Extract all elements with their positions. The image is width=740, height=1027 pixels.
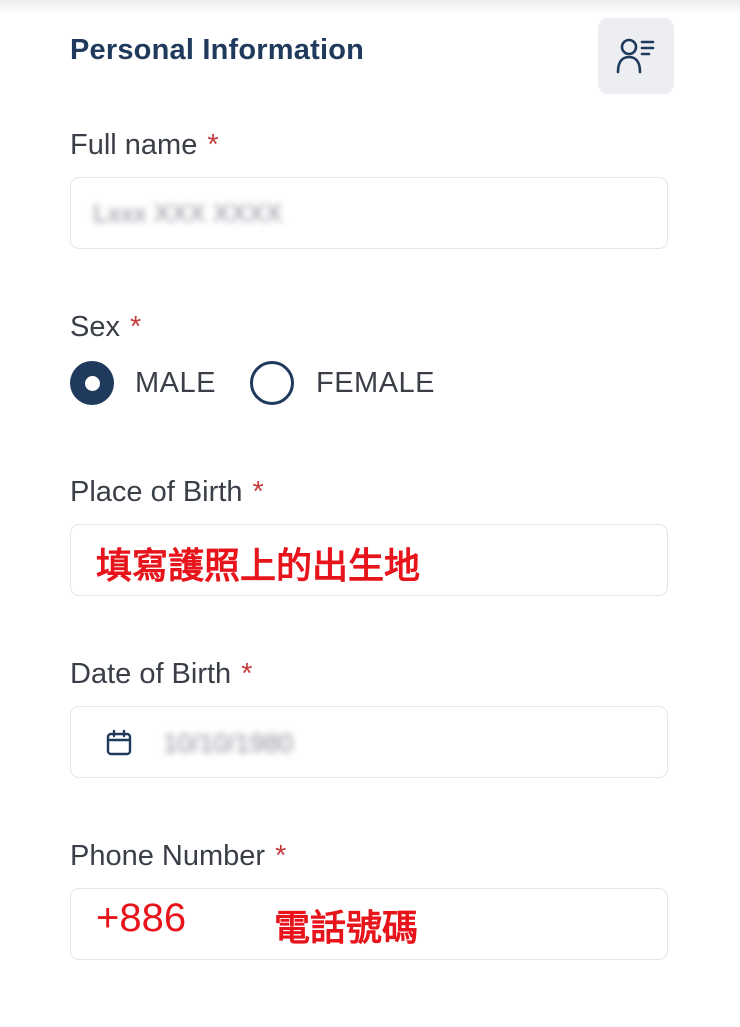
full-name-input[interactable]: Lxxx XXX XXXX xyxy=(70,177,668,249)
date-of-birth-value: 10/10/1980 xyxy=(163,728,294,758)
sex-label: Sex * xyxy=(70,311,141,344)
place-of-birth-label: Place of Birth * xyxy=(70,476,264,509)
phone-number-label: Phone Number * xyxy=(70,840,286,873)
place-of-birth-annotation: 填寫護照上的出生地 xyxy=(96,546,421,587)
required-marker: * xyxy=(275,840,287,872)
required-marker: * xyxy=(129,311,142,343)
full-name-label-text: Full name xyxy=(70,129,198,161)
top-shadow xyxy=(0,0,740,14)
phone-number-annotation: 電話號碼 xyxy=(274,908,419,949)
radio-female[interactable] xyxy=(249,361,294,405)
radio-female-label[interactable]: FEMALE xyxy=(316,367,435,400)
full-name-label: Full name * xyxy=(70,129,219,162)
section-title: Personal Information xyxy=(70,34,365,66)
required-marker: * xyxy=(241,658,253,690)
sex-radio-group: MALE FEMALE xyxy=(70,358,435,408)
phone-country-code-annotation: +886 xyxy=(96,896,187,940)
date-of-birth-label: Date of Birth * xyxy=(70,658,252,691)
full-name-value: Lxxx XXX XXXX xyxy=(93,198,283,228)
user-list-icon xyxy=(616,38,655,74)
calendar-icon xyxy=(106,729,132,756)
date-of-birth-label-text: Date of Birth xyxy=(70,658,232,690)
required-marker: * xyxy=(207,129,219,161)
radio-male-label[interactable]: MALE xyxy=(135,367,216,400)
date-of-birth-input[interactable]: 10/10/1980 xyxy=(70,706,668,778)
profile-menu-button[interactable] xyxy=(598,18,674,94)
radio-male[interactable] xyxy=(70,361,114,405)
phone-number-label-text: Phone Number xyxy=(70,840,266,872)
required-marker: * xyxy=(252,476,264,508)
sex-label-text: Sex xyxy=(70,311,120,343)
place-of-birth-label-text: Place of Birth xyxy=(70,476,243,508)
